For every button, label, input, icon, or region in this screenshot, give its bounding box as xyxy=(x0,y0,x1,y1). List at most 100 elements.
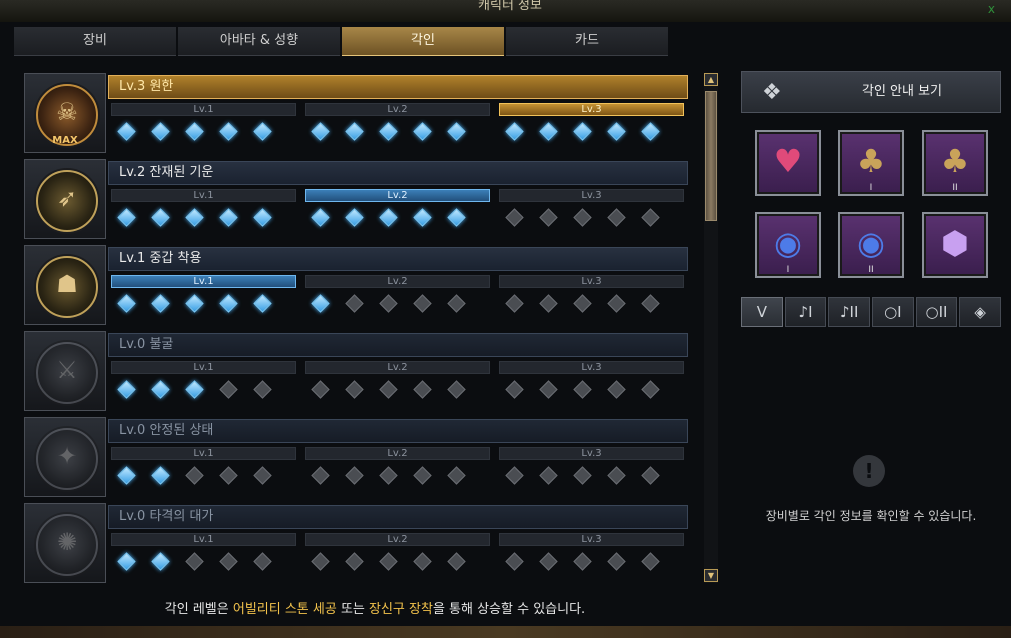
engraving-body: Lv.3 원한 Lv.1 Lv.2 Lv.3 xyxy=(108,75,688,153)
engraving-guide-button[interactable]: ❖ 각인 안내 보기 xyxy=(741,71,1001,113)
level-label: Lv.1 xyxy=(111,447,296,460)
scroll-thumb[interactable] xyxy=(705,91,717,221)
level-group: Lv.2 xyxy=(302,275,490,323)
guide-button-label: 각인 안내 보기 xyxy=(861,84,943,99)
footer-highlight-accessory: 장신구 장착 xyxy=(369,602,433,617)
engraving-gem xyxy=(573,208,592,227)
engraving-row[interactable]: ☠ MAX Lv.3 원한 Lv.1 Lv.2 Lv.3 xyxy=(24,73,688,153)
close-icon[interactable]: x xyxy=(988,2,995,16)
footer-prefix: 각인 레벨은 xyxy=(164,602,233,617)
engraving-gem xyxy=(607,380,626,399)
engraving-gem xyxy=(447,208,466,227)
engraving-gem xyxy=(345,466,364,485)
engraving-gem xyxy=(345,380,364,399)
engraving-gem xyxy=(505,552,524,571)
level-label: Lv.1 xyxy=(111,361,296,374)
level-group: Lv.2 xyxy=(302,533,490,581)
tab-engraving[interactable]: 각인 xyxy=(342,27,504,56)
level-label: Lv.1 xyxy=(111,103,296,116)
engraving-row[interactable]: ✦ Lv.0 안정된 상태 Lv.1 Lv.2 Lv.3 xyxy=(24,417,688,497)
slot-necklace[interactable]: ♥ xyxy=(755,130,821,196)
engraving-gem xyxy=(117,466,136,485)
engraving-gem xyxy=(447,294,466,313)
slot-ring-2[interactable]: ◉ II xyxy=(838,212,904,278)
engraving-row[interactable]: ✺ Lv.0 타격의 대가 Lv.1 Lv.2 Lv.3 xyxy=(24,503,688,583)
slot-earring-2[interactable]: ♣ II xyxy=(922,130,988,196)
filter-ring-1-button[interactable]: ○I xyxy=(872,297,914,327)
footer-highlight-stone: 어빌리티 스톤 세공 xyxy=(232,602,337,617)
tab-equipment[interactable]: 장비 xyxy=(14,27,176,56)
scroll-down-icon[interactable]: ▼ xyxy=(704,569,718,582)
filter-stone-button[interactable]: ◈ xyxy=(959,297,1002,327)
filter-ring-2-button[interactable]: ○II xyxy=(915,297,958,327)
engraving-gem xyxy=(379,552,398,571)
necklace-icon: ♥ xyxy=(773,142,803,180)
engraving-gem xyxy=(311,380,330,399)
ring-icon: ◉ xyxy=(857,224,885,262)
level-group: Lv.3 xyxy=(496,275,684,323)
engraving-gem xyxy=(447,552,466,571)
tab-card[interactable]: 카드 xyxy=(506,27,668,56)
engraving-gem xyxy=(117,380,136,399)
filter-earring-2-button[interactable]: ♪II xyxy=(828,297,871,327)
filter-necklace-button[interactable]: ⴸ xyxy=(741,297,783,327)
engraving-gem xyxy=(185,294,204,313)
slot-earring-1[interactable]: ♣ I xyxy=(838,130,904,196)
scroll-up-icon[interactable]: ▲ xyxy=(704,73,718,86)
level-label: Lv.2 xyxy=(305,189,490,202)
engraving-gem xyxy=(413,294,432,313)
burst-portrait-icon: ✺ xyxy=(36,514,98,576)
level-group: Lv.3 xyxy=(496,189,684,237)
level-group: Lv.1 xyxy=(108,189,296,237)
engraving-gem xyxy=(573,380,592,399)
engraving-gem xyxy=(219,552,238,571)
slot-ring-1[interactable]: ◉ I xyxy=(755,212,821,278)
footer-suffix: 을 통해 상승할 수 있습니다. xyxy=(432,602,586,617)
tab-avatar[interactable]: 아바타 & 성향 xyxy=(178,27,340,56)
level-label: Lv.2 xyxy=(305,103,490,116)
warrior-portrait-icon: ⚔ xyxy=(36,342,98,404)
engraving-gem xyxy=(641,466,660,485)
equipment-filter-bar: ⴸ ♪I ♪II ○I ○II ◈ xyxy=(741,297,1002,327)
engraving-row[interactable]: ⚔ Lv.0 불굴 Lv.1 Lv.2 Lv.3 xyxy=(24,331,688,411)
ability-stone-icon: ⬢ xyxy=(941,224,969,262)
engraving-row[interactable]: ☗ Lv.1 중갑 착용 Lv.1 Lv.2 Lv.3 xyxy=(24,245,688,325)
engraving-body: Lv.1 중갑 착용 Lv.1 Lv.2 Lv.3 xyxy=(108,247,688,325)
engraving-gem xyxy=(253,208,272,227)
engraving-gem xyxy=(607,552,626,571)
level-label: Lv.1 xyxy=(111,533,296,546)
engraving-gem xyxy=(573,294,592,313)
tab-bar: 장비 아바타 & 성향 각인 카드 xyxy=(14,27,668,56)
filter-earring-1-button[interactable]: ♪I xyxy=(784,297,827,327)
engraving-body: Lv.0 불굴 Lv.1 Lv.2 Lv.3 xyxy=(108,333,688,411)
max-badge: MAX xyxy=(52,135,78,146)
portrait-glyph: ⚔ xyxy=(56,356,78,384)
engraving-gem xyxy=(539,208,558,227)
level-label: Lv.3 xyxy=(499,533,684,546)
level-label: Lv.3 xyxy=(499,447,684,460)
engraving-gem xyxy=(311,294,330,313)
engraving-gem xyxy=(607,208,626,227)
engraving-gem xyxy=(413,380,432,399)
engraving-levels: Lv.1 Lv.2 Lv.3 xyxy=(108,103,688,151)
engraving-row[interactable]: ➶ Lv.2 잔재된 기운 Lv.1 Lv.2 Lv.3 xyxy=(24,159,688,239)
level-label: Lv.3 xyxy=(499,189,684,202)
engraving-gem xyxy=(505,294,524,313)
engraving-list: ☠ MAX Lv.3 원한 Lv.1 Lv.2 Lv.3 ➶ Lv.2 잔재된 기운 Lv.1 L… xyxy=(24,73,688,583)
engraving-gem xyxy=(151,380,170,399)
bottom-strip xyxy=(0,626,1011,638)
engraving-gem xyxy=(505,122,524,141)
level-label: Lv.2 xyxy=(305,447,490,460)
engraving-gem xyxy=(447,380,466,399)
engraving-gem xyxy=(311,208,330,227)
engraving-gem xyxy=(219,294,238,313)
engraving-gem xyxy=(539,294,558,313)
level-group: Lv.1 xyxy=(108,361,296,409)
engraving-levels: Lv.1 Lv.2 Lv.3 xyxy=(108,447,688,495)
list-scrollbar[interactable]: ▲ ▼ xyxy=(704,73,718,583)
portrait-glyph: ✦ xyxy=(56,442,78,470)
engraving-gem xyxy=(345,122,364,141)
info-text: 장비별로 각인 정보를 확인할 수 있습니다. xyxy=(765,509,977,523)
slot-ability-stone[interactable]: ⬢ xyxy=(922,212,988,278)
window-title: 캐릭터 정보 xyxy=(478,0,542,13)
